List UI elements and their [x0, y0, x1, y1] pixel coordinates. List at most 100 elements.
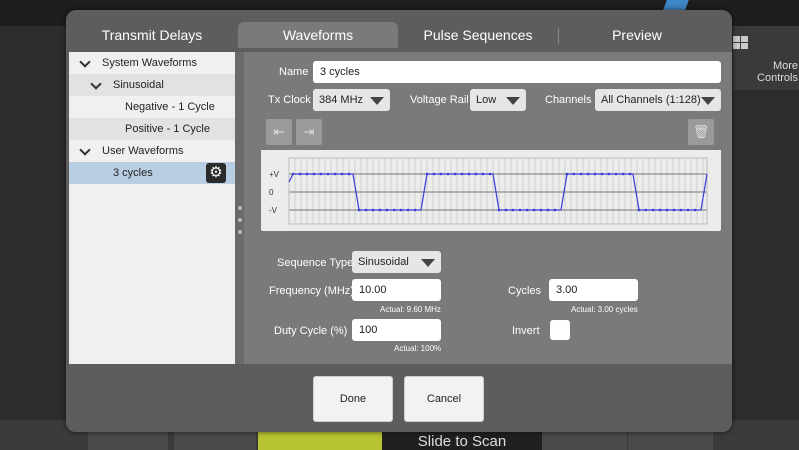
cycles-actual: Actual: 3.00 cycles — [571, 305, 638, 314]
chevron-down-icon[interactable] — [78, 52, 92, 74]
sequence-type-label: Sequence Type — [277, 257, 354, 269]
dialog-footer: Done Cancel — [66, 364, 732, 432]
invert-checkbox[interactable] — [550, 320, 570, 340]
frequency-input[interactable]: 10.00 — [352, 279, 441, 301]
tx-clock-value: 384 MHz — [319, 94, 364, 106]
tree-item-label: User Waveforms — [102, 145, 184, 157]
waveform-sample-point — [291, 172, 295, 176]
gear-icon[interactable]: ⚙ — [206, 163, 226, 183]
voltage-rail-label: Voltage Rail — [410, 94, 469, 106]
waveform-sample-point — [488, 172, 492, 176]
waveform-sample-point — [347, 172, 351, 176]
waveform-sample-point — [497, 208, 501, 212]
channels-value: All Channels (1:128) — [601, 94, 701, 106]
cycles-input[interactable]: 3.00 — [549, 279, 638, 301]
waveform-sample-point — [532, 208, 536, 212]
tree-item-label: System Waveforms — [102, 57, 197, 69]
waveform-sample-point — [511, 208, 515, 212]
waveform-sample-point — [326, 172, 330, 176]
tree-item-sinusoidal[interactable]: Sinusoidal — [69, 74, 235, 96]
frequency-actual: Actual: 9.60 MHz — [380, 305, 441, 314]
waveform-sample-point — [693, 208, 697, 212]
grid-icon — [733, 36, 749, 50]
waveform-sample-point — [546, 208, 550, 212]
tree-item-negative-1-cycle[interactable]: Negative - 1 Cycle — [69, 96, 235, 118]
splitter-grip-dot — [238, 230, 242, 234]
invert-label: Invert — [512, 325, 540, 337]
tree-item-label: Negative - 1 Cycle — [125, 101, 215, 113]
waveform-svg — [288, 157, 708, 225]
waveform-sample-point — [399, 208, 403, 212]
waveform-sample-point — [586, 172, 590, 176]
tab-pulse-sequences[interactable]: Pulse Sequences — [398, 22, 558, 48]
waveform-sample-point — [392, 208, 396, 212]
waveform-sample-point — [539, 208, 543, 212]
waveform-sample-point — [686, 208, 690, 212]
waveform-sample-point — [446, 172, 450, 176]
cancel-button[interactable]: Cancel — [404, 376, 484, 422]
tree-item-label: Sinusoidal — [113, 79, 164, 91]
waveform-sample-point — [525, 208, 529, 212]
channels-select[interactable]: All Channels (1:128) — [595, 89, 721, 111]
sequence-type-value: Sinusoidal — [358, 256, 409, 268]
waveform-sample-point — [460, 172, 464, 176]
waveform-sample-point — [312, 172, 316, 176]
waveform-sample-point — [385, 208, 389, 212]
insert-right-icon[interactable]: ⇥ — [296, 119, 322, 145]
chevron-down-icon[interactable] — [78, 140, 92, 162]
waveform-sample-point — [672, 208, 676, 212]
waveform-sample-point — [518, 208, 522, 212]
waveform-sample-point — [298, 172, 302, 176]
trash-icon[interactable]: 🗑 — [688, 119, 714, 145]
chevron-down-icon — [370, 97, 384, 105]
name-label: Name — [279, 66, 309, 78]
dialog-content: System Waveforms Sinusoidal Negative - 1… — [66, 48, 732, 364]
tree-item-3-cycles[interactable]: 3 cycles ⚙ — [69, 162, 235, 184]
waveform-sample-point — [357, 208, 361, 212]
insert-left-icon[interactable]: ⇤ — [266, 119, 292, 145]
waveform-sample-point — [333, 172, 337, 176]
duty-cycle-input[interactable]: 100 — [352, 319, 441, 341]
tree-item-label: Positive - 1 Cycle — [125, 123, 210, 135]
waveform-sample-point — [658, 208, 662, 212]
tx-clock-label: Tx Clock — [268, 94, 311, 106]
waveform-sample-point — [665, 208, 669, 212]
tab-waveforms[interactable]: Waveforms — [238, 22, 398, 48]
waveform-sample-point — [305, 172, 309, 176]
chevron-down-icon — [701, 97, 715, 105]
tree-item-user-waveforms[interactable]: User Waveforms — [69, 140, 235, 162]
chevron-down-icon — [421, 259, 435, 267]
channels-label: Channels — [545, 94, 592, 106]
cycles-label: Cycles — [508, 285, 542, 297]
waveform-sample-point — [637, 208, 641, 212]
frequency-label: Frequency (MHz) — [269, 285, 354, 297]
tab-transmit-delays[interactable]: Transmit Delays — [66, 22, 238, 48]
tree-item-system-waveforms[interactable]: System Waveforms — [69, 52, 235, 74]
waveform-sample-point — [607, 172, 611, 176]
waveform-sample-point — [371, 208, 375, 212]
waveform-preview: ⇤ ⇥ 🗑 +V 0 -V — [261, 114, 721, 231]
app-accent-mark — [663, 0, 689, 10]
waveform-sample-point — [593, 172, 597, 176]
tree-item-positive-1-cycle[interactable]: Positive - 1 Cycle — [69, 118, 235, 140]
done-button[interactable]: Done — [313, 376, 393, 422]
name-input[interactable]: 3 cycles — [313, 61, 721, 83]
waveform-sample-point — [481, 172, 485, 176]
waveform-properties-pane: Name 3 cycles Tx Clock 384 MHz Voltage R… — [244, 52, 732, 364]
voltage-rail-select[interactable]: Low — [470, 89, 526, 111]
waveform-sample-point — [453, 172, 457, 176]
waveform-sample-point — [614, 172, 618, 176]
waveform-sample-point — [504, 208, 508, 212]
duty-cycle-actual: Actual: 100% — [394, 344, 442, 353]
waveform-sample-point — [439, 172, 443, 176]
waveform-sample-point — [600, 172, 604, 176]
chevron-down-icon[interactable] — [89, 74, 103, 96]
tx-clock-select[interactable]: 384 MHz — [313, 89, 390, 111]
tab-preview[interactable]: Preview — [559, 22, 715, 48]
waveform-sample-point — [621, 172, 625, 176]
waveform-plot: +V 0 -V — [261, 150, 721, 231]
waveform-sample-point — [425, 172, 429, 176]
waveform-editor-dialog: Transmit Delays Waveforms Pulse Sequence… — [66, 10, 732, 432]
more-controls-label[interactable]: More Controls — [736, 60, 798, 84]
sequence-type-select[interactable]: Sinusoidal — [352, 251, 441, 273]
